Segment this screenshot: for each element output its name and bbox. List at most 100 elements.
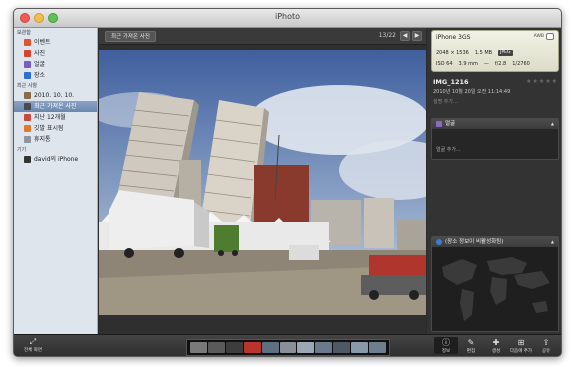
trash-icon [24, 136, 31, 143]
sidebar-item[interactable]: 장소 [14, 70, 97, 81]
exposure-compensation: — [483, 61, 489, 67]
sidebar-item[interactable]: 지난 12개월 [14, 112, 97, 123]
sidebar-item[interactable]: 사진 [14, 48, 97, 59]
share-icon: ⇪ [542, 338, 550, 347]
bottom-toolbar: ⤢ 전체 화면 ⓘ 정보 ✎ 편집 ✚ 생성 ⊞ 다음에 추가 ⇪ 공유 [14, 334, 561, 356]
filmstrip-thumbnail[interactable] [279, 342, 297, 353]
collapse-triangle-icon[interactable]: ▲ [551, 237, 554, 247]
faces-panel-header[interactable]: 얼굴 ▲ [432, 119, 558, 129]
sidebar-section-header[interactable]: 최근 사항 [14, 82, 97, 90]
tool-label: 다음에 추가 [509, 349, 533, 354]
filmstrip-thumbnail[interactable] [333, 342, 351, 353]
sidebar-item[interactable]: 휴지통 [14, 134, 97, 145]
filmstrip-thumbnail[interactable] [261, 342, 279, 353]
last-import-icon [24, 103, 31, 110]
filmstrip-thumbnail[interactable] [369, 342, 386, 353]
sidebar-item-label: 2010. 10. 10. [34, 92, 75, 99]
filmstrip-thumbnail[interactable] [315, 342, 333, 353]
image-dimensions: 2048 × 1536 [436, 50, 469, 56]
sidebar-item-label: 휴지통 [34, 136, 51, 143]
faces-icon [436, 121, 442, 127]
faces-panel-title: 얼굴 [445, 121, 456, 127]
previous-photo-button[interactable]: ◀ [400, 31, 410, 41]
places-icon [24, 72, 31, 79]
info-pane: iPhone 3GS AWB 2048 × 1536 1.5 MB JPEG I… [427, 28, 561, 334]
sidebar-item-label: 얼굴 [34, 61, 46, 68]
sidebar-item[interactable]: 최근 가져온 사진 [14, 101, 97, 112]
sidebar-item-label: 사진 [34, 50, 46, 57]
create-button[interactable]: ✚ 생성 [484, 337, 508, 354]
info-icon: ⓘ [442, 338, 450, 347]
camera-model: iPhone 3GS [436, 34, 471, 41]
filmstrip-thumbnail[interactable] [351, 342, 369, 353]
photo-viewer: 최근 가져온 사진 13/22 ◀ ▶ [99, 28, 426, 334]
collapse-triangle-icon[interactable]: ▲ [551, 119, 554, 129]
flash-icon [546, 33, 554, 40]
iphoto-window: iPhoto 보관함 이벤트 사진 얼굴 장소 최근 사항 2010. 10. 10. 최근 … [13, 8, 562, 357]
map-view[interactable] [432, 247, 558, 331]
file-size: 1.5 MB [474, 50, 493, 56]
aperture: f/2.8 [494, 61, 507, 67]
rating-stars[interactable]: ★★★★★ [526, 78, 558, 85]
back-to-album-button[interactable]: 최근 가져온 사진 [105, 31, 156, 42]
filmstrip-thumbnail[interactable] [243, 342, 261, 353]
exposure-row: ISO 64 3.9 mm — f/2.8 1/2760 [436, 61, 530, 67]
sidebar-item[interactable]: 얼굴 [14, 59, 97, 70]
tool-label: 정보 [441, 349, 451, 354]
window-title: iPhoto [274, 12, 301, 21]
filmstrip-thumbnail[interactable] [190, 342, 207, 353]
tool-label: 공유 [541, 349, 551, 354]
flag-icon [24, 125, 31, 132]
iso-value: ISO 64 [436, 61, 453, 67]
filmstrip-thumbnail[interactable] [225, 342, 243, 353]
title-bar: iPhoto [14, 9, 561, 28]
size-row: 2048 × 1536 1.5 MB JPEG [436, 50, 513, 56]
sidebar-item[interactable]: david의 iPhone [14, 154, 97, 165]
source-list-sidebar: 보관함 이벤트사진얼굴장소 최근 사항 2010. 10. 10. 최근 가져온 사진지… [14, 28, 98, 334]
fullscreen-button[interactable]: ⤢ 전체 화면 [20, 337, 46, 353]
places-panel-header[interactable]: (장소 정보이 비활성화됨) ▲ [432, 237, 558, 247]
sidebar-section-header[interactable]: 보관함 [14, 29, 97, 37]
camera-info-card: iPhone 3GS AWB 2048 × 1536 1.5 MB JPEG I… [431, 30, 559, 72]
places-panel: (장소 정보이 비활성화됨) ▲ [431, 236, 559, 332]
places-panel-title: (장소 정보이 비활성화됨) [445, 239, 504, 245]
add-face-field[interactable]: 얼굴 추가... [432, 143, 558, 156]
sidebar-section-header[interactable]: 기기 [14, 146, 97, 154]
add-description-field[interactable]: 설명 추가... [433, 98, 458, 105]
filmstrip-thumbnail[interactable] [207, 342, 225, 353]
tool-label: 생성 [491, 349, 501, 354]
file-format-badge: JPEG [498, 50, 513, 56]
main-photo[interactable] [99, 50, 426, 315]
photo-image [99, 50, 426, 315]
tool-label: 편집 [466, 349, 476, 354]
viewer-toolbar: 최근 가져온 사진 13/22 ◀ ▶ [99, 28, 426, 45]
shutter-speed: 1/2760 [512, 61, 530, 67]
filmstrip-thumbnail[interactable] [297, 342, 315, 353]
sidebar-item-label: 깃발 표시됨 [34, 125, 64, 132]
photos-icon [24, 50, 31, 57]
thumbnail-filmstrip[interactable] [186, 339, 390, 356]
iphone-icon [24, 156, 31, 163]
sidebar-item[interactable]: 깃발 표시됨 [14, 123, 97, 134]
share-button[interactable]: ⇪ 공유 [534, 337, 558, 354]
faces-panel: 얼굴 ▲ 얼굴 추가... [431, 118, 559, 160]
info-button[interactable]: ⓘ 정보 [434, 337, 458, 354]
sidebar-item-label: 최근 가져온 사진 [34, 103, 77, 110]
sidebar-item[interactable]: 이벤트 [14, 37, 97, 48]
create-icon: ✚ [492, 338, 500, 347]
add-to-button[interactable]: ⊞ 다음에 추가 [509, 337, 533, 354]
calendar-icon [24, 114, 31, 121]
edit-pencil-icon: ✎ [467, 338, 475, 347]
focal-length: 3.9 mm [458, 61, 478, 67]
toolbar-buttons: ⓘ 정보 ✎ 편집 ✚ 생성 ⊞ 다음에 추가 ⇪ 공유 [434, 337, 558, 354]
edit-pencil-button[interactable]: ✎ 편집 [459, 337, 483, 354]
sidebar-item[interactable]: 2010. 10. 10. [14, 90, 97, 101]
white-balance: AWB [533, 34, 544, 39]
globe-icon [436, 239, 442, 245]
photo-title[interactable]: IMG_1216 [433, 78, 469, 86]
photo-counter: 13/22 [378, 32, 396, 39]
sidebar-item-label: david의 iPhone [34, 156, 79, 163]
faces-icon [24, 61, 31, 68]
sidebar-item-label: 지난 12개월 [34, 114, 66, 121]
next-photo-button[interactable]: ▶ [412, 31, 422, 41]
